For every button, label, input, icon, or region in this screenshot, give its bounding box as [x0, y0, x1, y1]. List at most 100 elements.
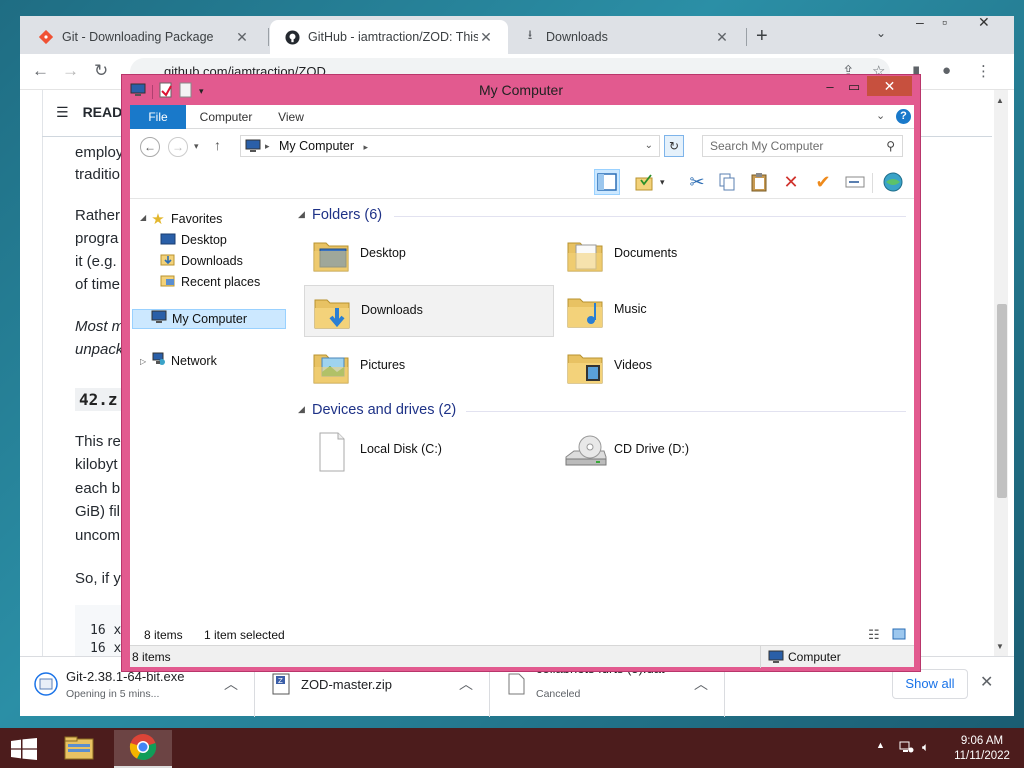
tab-close-icon[interactable]: ✕	[478, 29, 494, 46]
folder-check-icon[interactable]	[632, 169, 658, 195]
copy-icon[interactable]	[714, 169, 740, 195]
folders-group-header[interactable]: Folders (6)	[312, 207, 382, 223]
tray-expand-icon[interactable]: ▲	[876, 740, 885, 750]
back-arrow-icon[interactable]: ←	[32, 61, 49, 81]
explorer-window: ▾ My Computer – ▭ ✕ File Computer View ⌄…	[121, 74, 921, 672]
menu-kebab-icon[interactable]: ⋮	[976, 62, 991, 80]
tiles-view-icon[interactable]	[892, 628, 906, 643]
network-status-icon[interactable]	[898, 740, 914, 757]
up-arrow-icon[interactable]: ↑	[214, 137, 221, 153]
cut-icon[interactable]: ✂	[684, 169, 710, 195]
nav-network[interactable]: Network	[150, 351, 217, 371]
ribbon-expand-chevron-icon[interactable]: ⌄	[876, 109, 885, 122]
file-icon	[504, 671, 528, 697]
paste-icon[interactable]	[746, 169, 772, 195]
taskbar-chrome[interactable]	[114, 730, 172, 768]
tab-file[interactable]: File	[130, 105, 186, 129]
help-icon[interactable]: ?	[896, 109, 911, 124]
installer-file-icon	[34, 671, 58, 697]
details-view-icon[interactable]: ☷	[868, 627, 880, 643]
address-bar[interactable]: ▸ My Computer ▸ ⌄	[240, 135, 660, 157]
checkmark-icon[interactable]: ✔	[810, 169, 836, 195]
forward-arrow-icon[interactable]: →	[168, 137, 188, 157]
group-collapse-icon[interactable]: ◢	[298, 209, 305, 220]
paragraph-line: traditio	[75, 166, 121, 183]
paragraph-line: employ	[75, 144, 124, 161]
collapse-arrow-icon[interactable]: ◢	[140, 213, 146, 222]
chevron-up-icon[interactable]: ︿	[224, 674, 238, 694]
preview-pane-icon[interactable]	[594, 169, 620, 195]
taskbar-file-explorer[interactable]	[50, 730, 108, 768]
tab-downloads[interactable]: ⭳ Downloads ✕	[508, 20, 744, 54]
tab-close-icon[interactable]: ✕	[714, 29, 730, 46]
network-icon	[150, 352, 166, 372]
volume-icon[interactable]: 🔈︎	[922, 740, 929, 755]
show-all-button[interactable]: Show all	[892, 669, 968, 699]
nav-recent-places[interactable]: Recent places	[160, 272, 260, 292]
readme-header[interactable]: ☰ READ	[56, 104, 122, 121]
tab-git-download[interactable]: Git - Downloading Package ✕	[24, 20, 264, 54]
scroll-down-arrow-icon[interactable]: ▼	[996, 642, 1004, 651]
tab-computer[interactable]: Computer	[190, 105, 262, 129]
explorer-titlebar[interactable]: ▾ My Computer – ▭ ✕	[122, 75, 920, 103]
nav-desktop[interactable]: Desktop	[160, 230, 227, 250]
maximize-icon[interactable]: ▫	[942, 14, 947, 30]
address-dropdown-icon[interactable]: ⌄	[645, 136, 653, 156]
page-scrollbar-thumb[interactable]	[997, 304, 1007, 498]
delete-icon[interactable]: ✕	[778, 169, 804, 195]
paragraph-line: kilobyt	[75, 456, 118, 473]
close-downloads-icon[interactable]: ✕	[980, 672, 993, 692]
maximize-icon[interactable]: ▭	[846, 77, 862, 97]
paragraph-line: each b	[75, 480, 121, 497]
chevron-up-icon[interactable]: ︿	[459, 674, 473, 694]
chevron-up-icon[interactable]: ︿	[694, 674, 708, 694]
paragraph-line: progra	[75, 230, 119, 247]
search-input[interactable]: Search My Computer ⚲	[702, 135, 903, 157]
forward-arrow-icon[interactable]: →	[62, 61, 79, 81]
status-bottom-count: 8 items	[132, 650, 171, 664]
windows-start-icon[interactable]	[10, 738, 38, 760]
reload-icon[interactable]: ↻	[94, 61, 108, 81]
nav-my-computer[interactable]: My Computer	[132, 309, 286, 329]
scroll-up-arrow-icon[interactable]: ▲	[996, 96, 1004, 105]
paragraph-line: it (e.g.	[75, 253, 117, 270]
git-icon	[38, 29, 54, 45]
nav-downloads[interactable]: Downloads	[160, 251, 243, 271]
paragraph-line: GiB) fil	[75, 503, 120, 520]
expand-arrow-icon[interactable]: ▷	[140, 357, 146, 366]
close-button[interactable]: ✕	[867, 76, 912, 96]
globe-icon[interactable]	[880, 169, 906, 195]
breadcrumb-chevron-icon[interactable]: ▸	[364, 142, 369, 152]
nav-label: My Computer	[172, 312, 248, 326]
recent-locations-dropdown-icon[interactable]: ▾	[194, 141, 199, 152]
clock[interactable]: 9:06 AM 11/11/2022	[950, 734, 1014, 764]
breadcrumb-chevron-icon[interactable]: ▸	[265, 136, 270, 156]
minimize-icon[interactable]: –	[822, 77, 838, 97]
close-icon[interactable]: ✕	[978, 14, 990, 31]
tab-label: Git - Downloading Package	[62, 30, 214, 44]
clock-time: 9:06 AM	[960, 735, 1004, 747]
group-divider	[394, 216, 906, 217]
paragraph-line: Rather	[75, 207, 121, 224]
nav-favorites[interactable]: ★ Favorites	[150, 209, 222, 229]
nav-label: Desktop	[181, 233, 227, 247]
tab-view[interactable]: View	[266, 105, 316, 129]
new-tab-button[interactable]: +	[756, 25, 768, 48]
rename-icon[interactable]	[842, 169, 868, 195]
refresh-icon[interactable]: ↻	[664, 135, 684, 157]
profile-avatar-icon[interactable]: ●	[942, 62, 951, 79]
minimize-icon[interactable]: –	[916, 14, 924, 30]
computer-icon	[245, 139, 261, 159]
tab-close-icon[interactable]: ✕	[234, 29, 250, 46]
paragraph-line: This re	[75, 433, 121, 450]
tab-label: Downloads	[546, 30, 608, 44]
command-bar: ▾ ✂ ✕ ✔	[130, 165, 914, 199]
list-icon[interactable]: ☰	[56, 104, 69, 120]
tab-search-chevron-icon[interactable]: ⌄	[876, 26, 886, 40]
dropdown-arrow-icon[interactable]: ▾	[660, 177, 665, 188]
address-location: My Computer	[279, 139, 355, 153]
back-arrow-icon[interactable]: ←	[140, 137, 160, 157]
search-icon: ⚲	[886, 139, 895, 153]
file-explorer-icon	[64, 735, 94, 764]
tab-github-zod[interactable]: GitHub - iamtraction/ZOD: This is ✕	[270, 20, 508, 54]
